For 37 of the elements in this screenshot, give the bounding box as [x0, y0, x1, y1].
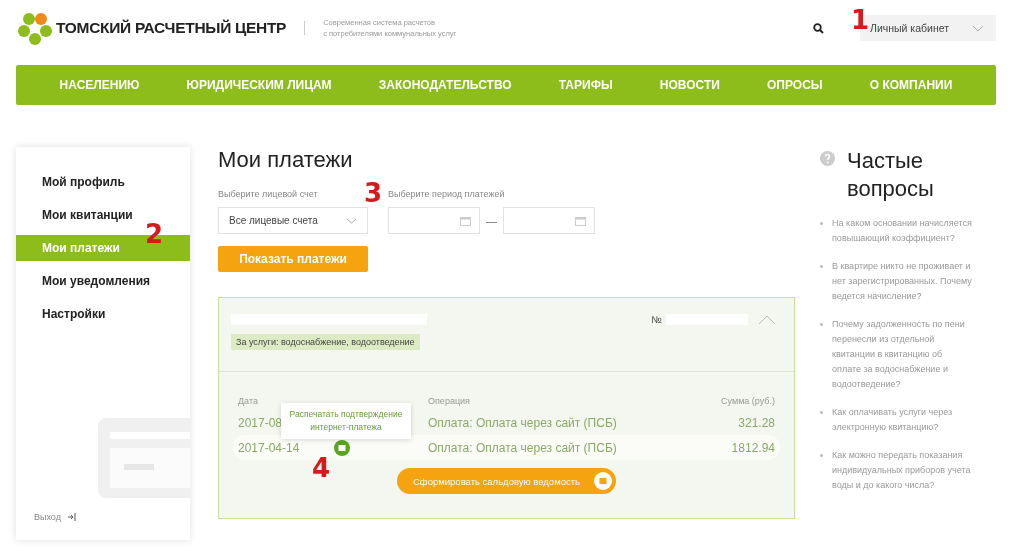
- column-header: Дата: [238, 396, 259, 406]
- tooltip: Распечатать подтверждение интернет-платежа: [281, 403, 411, 439]
- statement-button[interactable]: Сформировать сальдовую ведомость: [397, 468, 616, 494]
- table-cell: 321.28: [738, 415, 775, 430]
- nav-link[interactable]: ЮРИДИЧЕСКИМ ЛИЦАМ: [186, 78, 332, 92]
- column-header: Сумма (руб.): [721, 396, 775, 406]
- logout-link[interactable]: Выход: [34, 512, 77, 522]
- field-label: Выберите лицевой счет: [218, 189, 319, 199]
- faq-link[interactable]: Как оплачивать услуги через электронную квитанцию?: [832, 405, 972, 435]
- faq-title: Частые вопросы: [847, 147, 935, 203]
- field-label: Выберите период платежей: [388, 189, 506, 199]
- show-payments-button[interactable]: Показать платежи: [218, 246, 368, 272]
- table-cell-text: Оплата: Оплата через сайт (ПСБ): [428, 415, 618, 430]
- brand-name[interactable]: ТОМСКИЙ РАСЧЕТНЫЙ ЦЕНТР: [56, 19, 287, 37]
- nav-link[interactable]: ОПРОСЫ: [767, 78, 823, 92]
- faq-link[interactable]: В квартире никто не проживает и нет зарегистрированных. Почему ведется начисление?: [832, 259, 972, 304]
- faq-link[interactable]: На каком основании начисляется повышающий коэффициент?: [832, 216, 972, 246]
- table-cell-text: Оплата: Оплата через сайт (ПСБ): [428, 440, 618, 455]
- number-label: №: [651, 314, 662, 325]
- sidebar-item[interactable]: Мой профиль: [16, 169, 190, 195]
- nav-link[interactable]: НОВОСТИ: [659, 78, 720, 92]
- account-select[interactable]: Все лицевые счета: [218, 207, 368, 234]
- nav-link[interactable]: ЗАКОНОДАТЕЛЬСТВО: [378, 78, 512, 92]
- sidebar-item[interactable]: Мои уведомления: [16, 268, 190, 294]
- nav-link[interactable]: О КОМПАНИИ: [869, 78, 953, 92]
- sidebar-item[interactable]: Настройки: [16, 301, 190, 327]
- column-header: Операция: [428, 396, 471, 406]
- services-tag: За услуги: водоснабжение, водоотведение: [231, 334, 420, 350]
- nav-link[interactable]: ТАРИФЫ: [558, 78, 613, 92]
- range-separator: —: [486, 214, 497, 227]
- annotation-number: 3: [364, 180, 383, 206]
- nav-link[interactable]: НАСЕЛЕНИЮ: [59, 78, 140, 92]
- table-cell-text: 2017-04-14: [238, 440, 301, 455]
- table-cell: 1812.94: [731, 440, 775, 455]
- page-title: Мои платежи: [218, 147, 354, 173]
- faq-link[interactable]: Почему задолженность по пени перенесли из отдельной квитанции в квитанцию об оплате за водоснабжение и водоотведение?: [832, 317, 972, 392]
- faq-link[interactable]: Как можно передать показания индивидуальных приборов учета воды и до какого числа?: [832, 448, 972, 493]
